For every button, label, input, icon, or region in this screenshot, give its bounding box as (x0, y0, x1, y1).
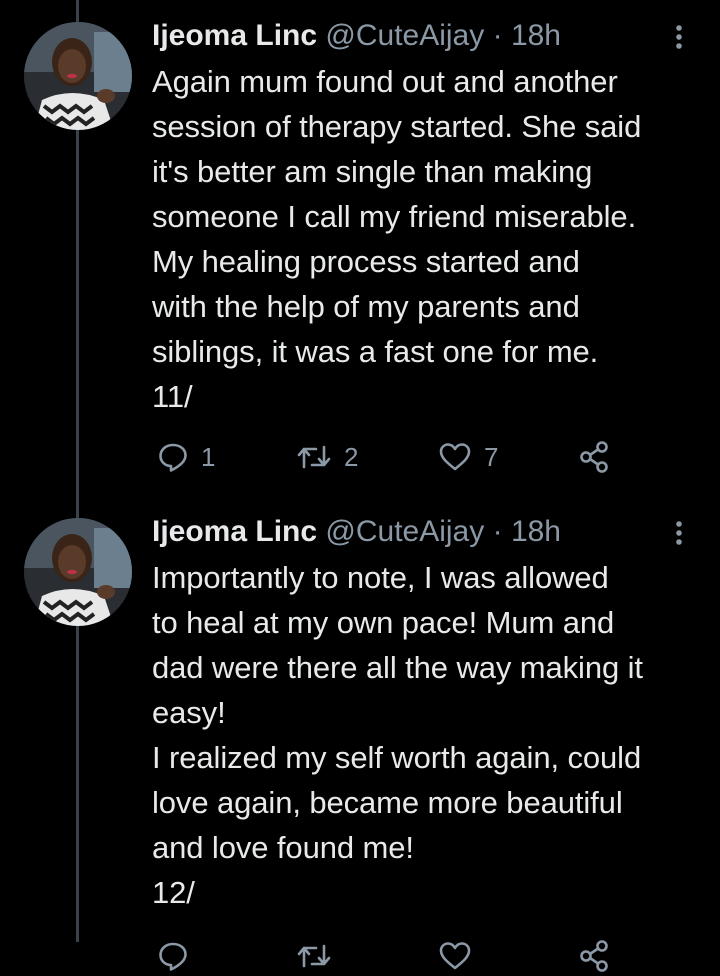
heart-icon (439, 443, 471, 471)
tweet-line: 12/ (152, 875, 195, 910)
like-button[interactable]: 7 (438, 437, 498, 477)
tweet-line: siblings, it was a fast one for me. (152, 334, 599, 369)
tweet-line: My healing process started and (152, 244, 580, 279)
separator-dot: · (492, 515, 503, 548)
tweet-line: Again mum found out and another (152, 64, 618, 99)
share-icon (580, 441, 608, 473)
reply-icon (159, 942, 187, 971)
retweet-icon (297, 445, 331, 469)
retweet-icon (297, 944, 331, 968)
vertical-dots-icon[interactable] (664, 516, 694, 550)
author-name[interactable]: Ijeoma Linc (152, 19, 317, 52)
author-name[interactable]: Ijeoma Linc (152, 515, 317, 548)
retweet-button[interactable] (296, 936, 332, 976)
timestamp[interactable]: 18h (511, 19, 561, 52)
tweet-line: love again, became more beautiful (152, 785, 623, 820)
tweet-line: and love found me! (152, 830, 414, 865)
avatar[interactable] (24, 22, 132, 130)
author-handle[interactable]: @CuteAijay (325, 19, 484, 52)
separator-dot: · (492, 19, 503, 52)
retweet-count: 2 (344, 441, 359, 472)
tweet-header: Ijeoma Linc @CuteAijay · 18h (152, 16, 561, 56)
tweet-text: Again mum found out and another session … (152, 59, 707, 419)
reply-button[interactable] (157, 936, 189, 976)
share-icon (580, 940, 608, 972)
tweet-line: session of therapy started. She said (152, 109, 642, 144)
share-button[interactable] (578, 437, 612, 477)
tweet-11[interactable]: Ijeoma Linc @CuteAijay · 18h Again mum f… (0, 0, 720, 496)
vertical-dots-icon[interactable] (664, 20, 694, 54)
tweet-line: someone I call my friend miserable. (152, 199, 637, 234)
reply-icon (159, 443, 187, 472)
retweet-button[interactable]: 2 (296, 437, 358, 477)
tweet-line: it's better am single than making (152, 154, 593, 189)
like-count: 7 (484, 441, 499, 472)
avatar[interactable] (24, 518, 132, 626)
reply-button[interactable]: 1 (157, 437, 215, 477)
share-button[interactable] (578, 936, 612, 976)
tweet-line: to heal at my own pace! Mum and (152, 605, 615, 640)
tweet-header: Ijeoma Linc @CuteAijay · 18h (152, 512, 561, 552)
tweet-line: with the help of my parents and (152, 289, 580, 324)
author-handle[interactable]: @CuteAijay (325, 515, 484, 548)
tweet-line: I realized my self worth again, could (152, 740, 642, 775)
timestamp[interactable]: 18h (511, 515, 561, 548)
tweet-line: dad were there all the way making it (152, 650, 643, 685)
tweet-actions (0, 936, 720, 976)
tweet-line: easy! (152, 695, 226, 730)
like-button[interactable] (438, 936, 472, 976)
tweet-actions: 1 2 7 (0, 437, 720, 477)
tweet-text: Importantly to note, I was allowed to he… (152, 555, 707, 915)
tweet-line: Importantly to note, I was allowed (152, 560, 609, 595)
reply-count: 1 (201, 441, 216, 472)
tweet-12[interactable]: Ijeoma Linc @CuteAijay · 18h Importantly… (0, 496, 720, 972)
heart-icon (439, 942, 471, 970)
tweet-line: 11/ (152, 379, 193, 414)
